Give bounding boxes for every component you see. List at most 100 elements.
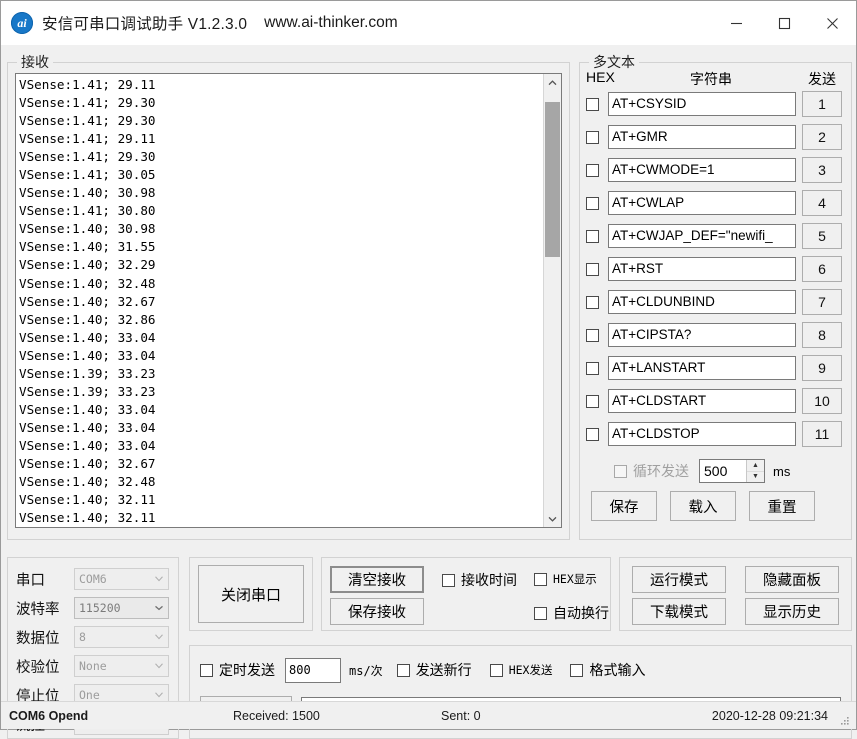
hex-send-checkbox-item[interactable]: HEX发送 — [489, 662, 553, 678]
reset-button[interactable]: 重置 — [749, 491, 815, 521]
save-button[interactable]: 保存 — [591, 491, 657, 521]
hex-send-checkbox[interactable] — [489, 663, 503, 677]
command-input[interactable]: AT+LANSTART — [608, 356, 796, 380]
chevron-down-icon — [155, 605, 163, 611]
send-slot-button[interactable]: 10 — [802, 388, 842, 414]
loop-interval-stepper[interactable]: 500 ▲ ▼ — [699, 459, 765, 483]
loop-send-label: 循环发送 — [633, 463, 689, 479]
serial-label-baud: 波特率 — [16, 601, 60, 618]
auto-wrap-checkbox[interactable] — [534, 606, 547, 620]
command-input[interactable]: AT+GMR — [608, 125, 796, 149]
port-select[interactable]: COM6 — [74, 568, 169, 590]
window-controls — [712, 1, 856, 45]
command-input[interactable]: AT+CWJAP_DEF="newifi_ — [608, 224, 796, 248]
scrollbar-thumb[interactable] — [545, 102, 560, 257]
send-slot-button[interactable]: 1 — [802, 91, 842, 117]
receive-scrollbar[interactable] — [543, 74, 561, 527]
receive-group-label: 接收 — [17, 54, 53, 70]
stepper-buttons[interactable]: ▲ ▼ — [746, 460, 764, 482]
multitext-row: AT+RST 6 — [586, 256, 846, 282]
hex-checkbox[interactable] — [586, 97, 599, 111]
header-string: 字符串 — [690, 71, 732, 87]
hex-checkbox[interactable] — [586, 328, 599, 342]
command-input[interactable]: AT+CWMODE=1 — [608, 158, 796, 182]
load-button[interactable]: 载入 — [670, 491, 736, 521]
hide-panel-button[interactable]: 隐藏面板 — [745, 566, 839, 593]
stepper-up-icon[interactable]: ▲ — [747, 460, 764, 472]
send-slot-button[interactable]: 5 — [802, 223, 842, 249]
send-slot-button[interactable]: 8 — [802, 322, 842, 348]
hex-display-checkbox-item[interactable]: HEX显示 — [534, 571, 597, 587]
baudrate-value: 115200 — [79, 601, 121, 615]
command-input[interactable]: AT+CSYSID — [608, 92, 796, 116]
loop-interval-value[interactable]: 500 — [700, 460, 746, 482]
command-input[interactable]: AT+RST — [608, 257, 796, 281]
hex-send-label: HEX发送 — [508, 663, 553, 677]
scroll-up-icon[interactable] — [544, 74, 561, 91]
scroll-down-icon[interactable] — [544, 510, 561, 527]
multitext-group-label: 多文本 — [589, 54, 639, 70]
status-sent: Sent: 0 — [441, 708, 481, 723]
multitext-row: AT+LANSTART 9 — [586, 355, 846, 381]
send-slot-button[interactable]: 11 — [802, 421, 842, 447]
save-receive-button[interactable]: 保存接收 — [330, 598, 424, 625]
send-slot-button[interactable]: 4 — [802, 190, 842, 216]
run-mode-button[interactable]: 运行模式 — [632, 566, 726, 593]
baudrate-select[interactable]: 115200 — [74, 597, 169, 619]
maximize-icon[interactable] — [760, 1, 808, 45]
serial-row-parity: 校验位 None — [16, 654, 169, 678]
format-input-checkbox-item[interactable]: 格式输入 — [570, 660, 645, 680]
multitext-group: 多文本 HEX 字符串 发送 AT+CSYSID 1 AT+GMR 2 AT+C… — [579, 54, 852, 540]
parity-select[interactable]: None — [74, 655, 169, 677]
databits-select[interactable]: 8 — [74, 626, 169, 648]
send-newline-checkbox-item[interactable]: 发送新行 — [396, 660, 472, 680]
timed-send-checkbox[interactable] — [200, 663, 213, 677]
close-icon[interactable] — [808, 1, 856, 45]
title-url: www.ai-thinker.com — [264, 14, 398, 31]
auto-wrap-label: 自动换行 — [553, 605, 609, 621]
hex-checkbox[interactable] — [586, 361, 599, 375]
hex-checkbox[interactable] — [586, 130, 599, 144]
hex-checkbox[interactable] — [586, 394, 599, 408]
resize-grip-icon[interactable] — [839, 714, 851, 726]
serial-label-databits: 数据位 — [16, 630, 60, 647]
command-input[interactable]: AT+CWLAP — [608, 191, 796, 215]
ai-logo-icon: ai — [11, 12, 33, 34]
send-slot-button[interactable]: 2 — [802, 124, 842, 150]
command-input[interactable]: AT+CLDUNBIND — [608, 290, 796, 314]
stepper-down-icon[interactable]: ▼ — [747, 472, 764, 483]
send-slot-button[interactable]: 9 — [802, 355, 842, 381]
timed-send-checkbox-item[interactable]: 定时发送 — [200, 660, 275, 680]
hex-checkbox[interactable] — [586, 196, 599, 210]
chevron-down-icon — [155, 576, 163, 582]
receive-time-checkbox-item[interactable]: 接收时间 — [442, 570, 517, 590]
hex-display-checkbox[interactable] — [534, 572, 547, 586]
multitext-row: AT+CWMODE=1 3 — [586, 157, 846, 183]
send-newline-checkbox[interactable] — [396, 663, 410, 677]
hex-checkbox[interactable] — [586, 163, 599, 177]
send-options-row: 定时发送 800 ms/次 发送新行 HEX发送 格式输入 — [200, 657, 845, 683]
hex-checkbox[interactable] — [586, 262, 599, 276]
clear-receive-button[interactable]: 清空接收 — [330, 566, 424, 593]
send-slot-button[interactable]: 7 — [802, 289, 842, 315]
minimize-icon[interactable] — [712, 1, 760, 45]
command-input[interactable]: AT+CIPSTA? — [608, 323, 796, 347]
hex-checkbox[interactable] — [586, 295, 599, 309]
send-slot-button[interactable]: 3 — [802, 157, 842, 183]
command-input[interactable]: AT+CLDSTOP — [608, 422, 796, 446]
command-input[interactable]: AT+CLDSTART — [608, 389, 796, 413]
hex-checkbox[interactable] — [586, 427, 599, 441]
auto-wrap-checkbox-item[interactable]: 自动换行 — [534, 603, 609, 623]
send-interval-input[interactable]: 800 — [285, 657, 341, 683]
serial-label-port: 串口 — [16, 572, 45, 589]
close-port-button[interactable]: 关闭串口 — [198, 565, 304, 623]
download-mode-button[interactable]: 下载模式 — [632, 598, 726, 625]
loop-send-checkbox[interactable] — [614, 464, 627, 478]
show-history-button[interactable]: 显示历史 — [745, 598, 839, 625]
receive-time-checkbox[interactable] — [442, 573, 455, 587]
format-input-checkbox[interactable] — [570, 663, 584, 677]
receive-group: 接收 VSense:1.41; 29.11 VSense:1.41; 29.30… — [7, 54, 570, 540]
send-slot-button[interactable]: 6 — [802, 256, 842, 282]
hex-checkbox[interactable] — [586, 229, 599, 243]
receive-textarea[interactable]: VSense:1.41; 29.11 VSense:1.41; 29.30 VS… — [15, 73, 562, 528]
